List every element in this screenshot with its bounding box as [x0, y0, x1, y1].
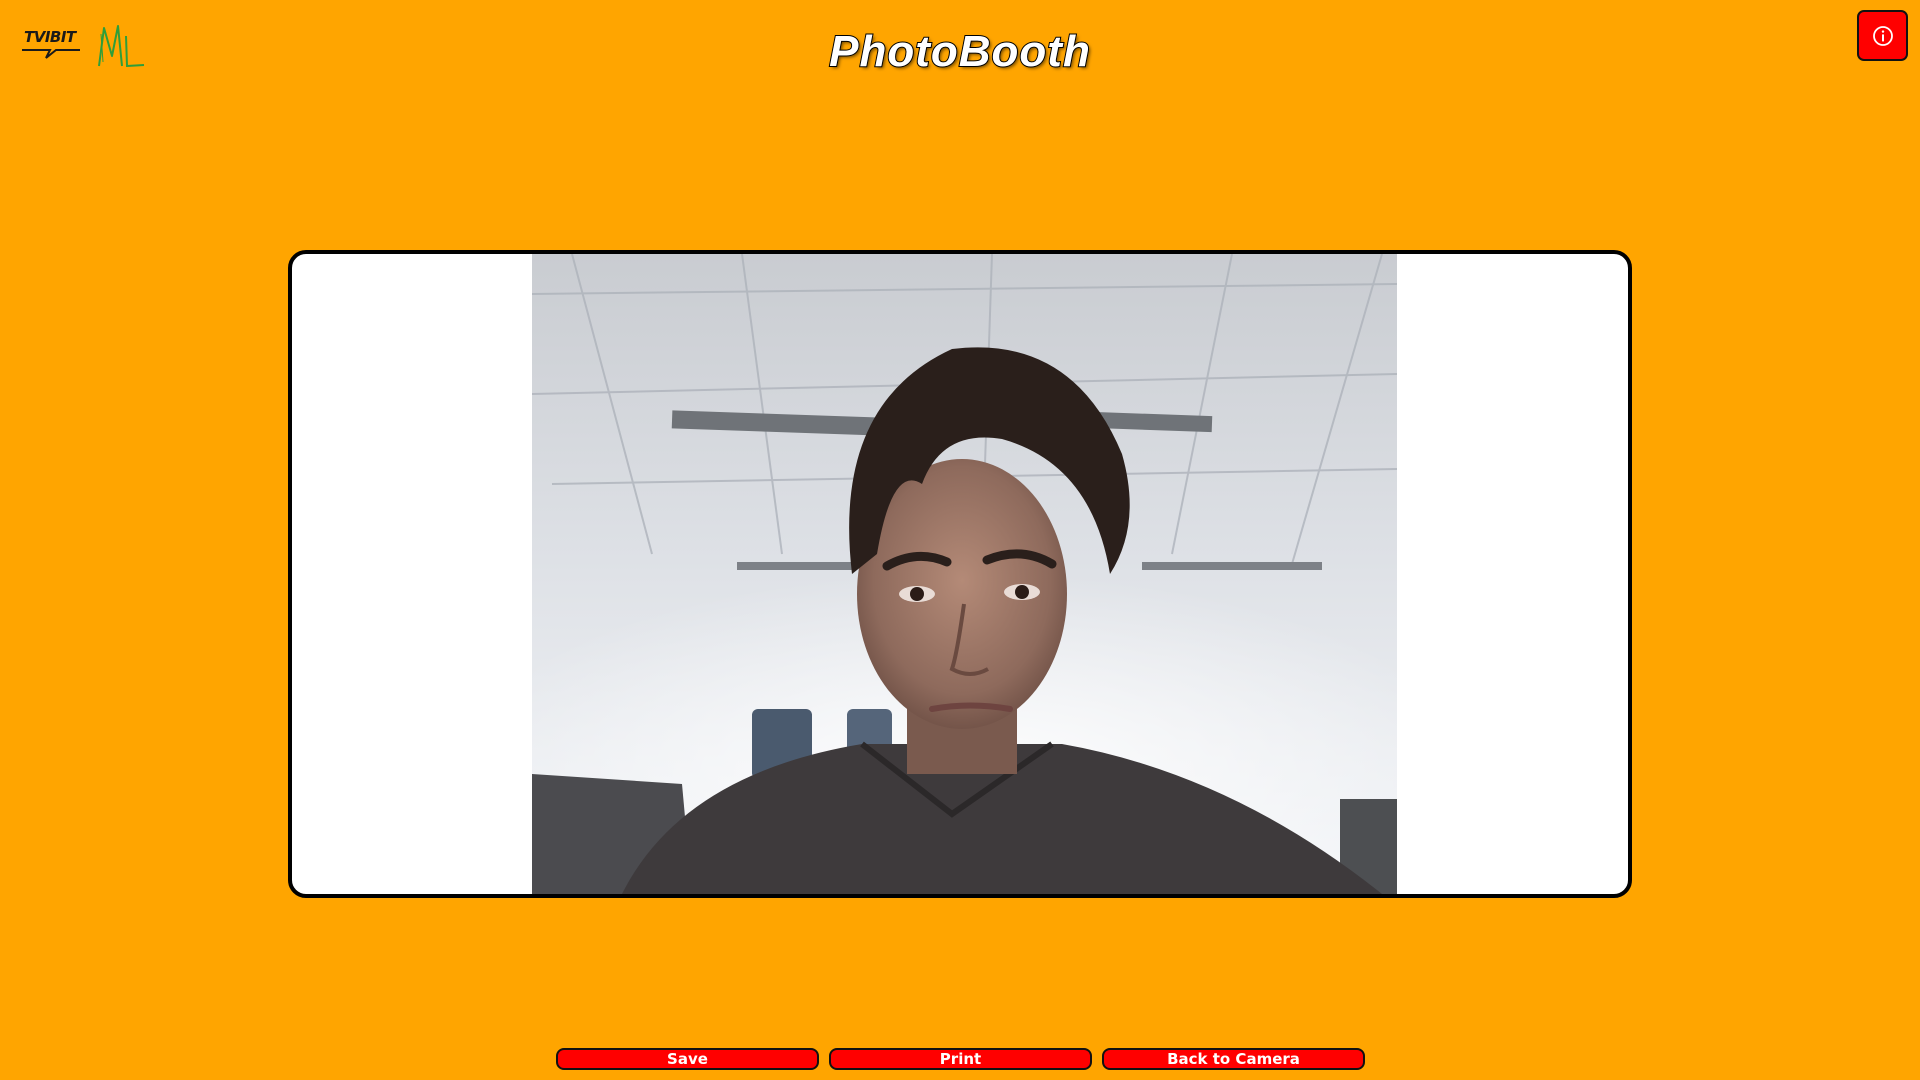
action-bar: Save Print Back to Camera — [556, 1048, 1365, 1070]
info-circle-icon — [1872, 25, 1893, 46]
back-to-camera-button[interactable]: Back to Camera — [1102, 1048, 1365, 1070]
photo-frame — [288, 250, 1632, 898]
app-title: PhotoBooth — [828, 26, 1091, 77]
captured-photo — [532, 254, 1397, 894]
save-button[interactable]: Save — [556, 1048, 819, 1070]
captured-selfie-image — [532, 254, 1397, 894]
print-button[interactable]: Print — [829, 1048, 1092, 1070]
info-button[interactable] — [1857, 10, 1908, 61]
